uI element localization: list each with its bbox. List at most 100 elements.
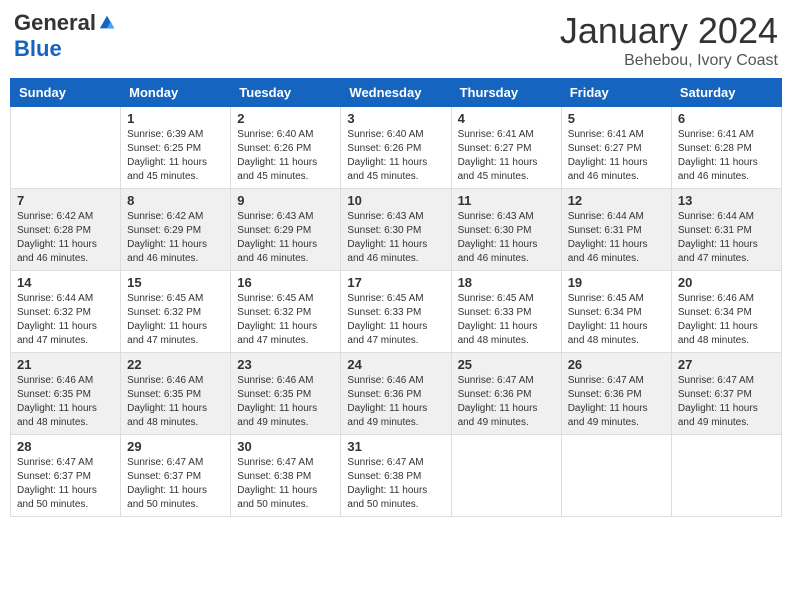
day-number: 30 <box>237 439 334 454</box>
day-info: Sunrise: 6:39 AMSunset: 6:25 PMDaylight:… <box>127 128 224 184</box>
day-info: Sunrise: 6:44 AMSunset: 6:31 PMDaylight:… <box>678 210 775 266</box>
table-row <box>561 435 671 517</box>
day-info: Sunrise: 6:46 AMSunset: 6:35 PMDaylight:… <box>237 374 334 430</box>
table-row: 25Sunrise: 6:47 AMSunset: 6:36 PMDayligh… <box>451 353 561 435</box>
day-number: 6 <box>678 111 775 126</box>
table-row: 31Sunrise: 6:47 AMSunset: 6:38 PMDayligh… <box>341 435 451 517</box>
calendar-week-row: 7Sunrise: 6:42 AMSunset: 6:28 PMDaylight… <box>11 189 782 271</box>
page-header: General Blue January 2024 Behebou, Ivory… <box>10 10 782 70</box>
day-info: Sunrise: 6:42 AMSunset: 6:29 PMDaylight:… <box>127 210 224 266</box>
table-row: 10 Sunrise: 6:43 AMSunset: 6:30 PMDayligh… <box>341 189 451 271</box>
day-info: Sunrise: 6:41 AMSunset: 6:28 PMDaylight:… <box>678 128 775 184</box>
day-number: 26 <box>568 357 665 372</box>
header-monday: Monday <box>121 79 231 107</box>
day-number: 8 <box>127 193 224 208</box>
table-row: 16Sunrise: 6:45 AMSunset: 6:32 PMDayligh… <box>231 271 341 353</box>
day-number: 21 <box>17 357 114 372</box>
table-row: 3 Sunrise: 6:40 AMSunset: 6:26 PMDaylight… <box>341 107 451 189</box>
header-thursday: Thursday <box>451 79 561 107</box>
day-number: 1 <box>127 111 224 126</box>
table-row: 17Sunrise: 6:45 AMSunset: 6:33 PMDayligh… <box>341 271 451 353</box>
table-row: 6 Sunrise: 6:41 AMSunset: 6:28 PMDaylight… <box>671 107 781 189</box>
table-row: 21 Sunrise: 6:46 AMSunset: 6:35 PMDayligh… <box>11 353 121 435</box>
day-info: Sunrise: 6:44 AMSunset: 6:31 PMDaylight:… <box>568 210 665 266</box>
header-saturday: Saturday <box>671 79 781 107</box>
header-sunday: Sunday <box>11 79 121 107</box>
table-row: 12Sunrise: 6:44 AMSunset: 6:31 PMDayligh… <box>561 189 671 271</box>
day-info: Sunrise: 6:46 AMSunset: 6:35 PMDaylight:… <box>17 374 114 430</box>
day-info: Sunrise: 6:45 AMSunset: 6:34 PMDaylight:… <box>568 292 665 348</box>
location-subtitle: Behebou, Ivory Coast <box>560 52 778 70</box>
title-section: January 2024 Behebou, Ivory Coast <box>560 10 778 70</box>
day-info: Sunrise: 6:44 AMSunset: 6:32 PMDaylight:… <box>17 292 114 348</box>
table-row: 2Sunrise: 6:40 AMSunset: 6:26 PMDaylight… <box>231 107 341 189</box>
table-row: 8 Sunrise: 6:42 AMSunset: 6:29 PMDaylight… <box>121 189 231 271</box>
day-number: 5 <box>568 111 665 126</box>
day-info: Sunrise: 6:47 AMSunset: 6:38 PMDaylight:… <box>347 456 444 512</box>
day-number: 3 <box>347 111 444 126</box>
day-number: 13 <box>678 193 775 208</box>
day-info: Sunrise: 6:47 AMSunset: 6:36 PMDaylight:… <box>458 374 555 430</box>
calendar-table: Sunday Monday Tuesday Wednesday Thursday… <box>10 78 782 517</box>
table-row: 5 Sunrise: 6:41 AMSunset: 6:27 PMDaylight… <box>561 107 671 189</box>
table-row: 29 Sunrise: 6:47 AMSunset: 6:37 PMDayligh… <box>121 435 231 517</box>
day-info: Sunrise: 6:43 AMSunset: 6:29 PMDaylight:… <box>237 210 334 266</box>
table-row: 9Sunrise: 6:43 AMSunset: 6:29 PMDaylight… <box>231 189 341 271</box>
table-row: 11 Sunrise: 6:43 AMSunset: 6:30 PMDayligh… <box>451 189 561 271</box>
table-row: 18Sunrise: 6:45 AMSunset: 6:33 PMDayligh… <box>451 271 561 353</box>
day-number: 14 <box>17 275 114 290</box>
table-row: 19 Sunrise: 6:45 AMSunset: 6:34 PMDayligh… <box>561 271 671 353</box>
month-title: January 2024 <box>560 10 778 52</box>
table-row: 24 Sunrise: 6:46 AMSunset: 6:36 PMDayligh… <box>341 353 451 435</box>
day-number: 11 <box>458 193 555 208</box>
calendar-week-row: 28 Sunrise: 6:47 AMSunset: 6:37 PMDayligh… <box>11 435 782 517</box>
day-info: Sunrise: 6:47 AMSunset: 6:37 PMDaylight:… <box>678 374 775 430</box>
table-row: 22 Sunrise: 6:46 AMSunset: 6:35 PMDayligh… <box>121 353 231 435</box>
day-info: Sunrise: 6:41 AMSunset: 6:27 PMDaylight:… <box>568 128 665 184</box>
day-info: Sunrise: 6:43 AMSunset: 6:30 PMDaylight:… <box>347 210 444 266</box>
calendar-week-row: 1 Sunrise: 6:39 AMSunset: 6:25 PMDaylight… <box>11 107 782 189</box>
table-row: 14 Sunrise: 6:44 AMSunset: 6:32 PMDayligh… <box>11 271 121 353</box>
day-info: Sunrise: 6:47 AMSunset: 6:37 PMDaylight:… <box>17 456 114 512</box>
day-info: Sunrise: 6:46 AMSunset: 6:36 PMDaylight:… <box>347 374 444 430</box>
calendar-week-row: 21 Sunrise: 6:46 AMSunset: 6:35 PMDayligh… <box>11 353 782 435</box>
day-number: 24 <box>347 357 444 372</box>
header-tuesday: Tuesday <box>231 79 341 107</box>
day-info: Sunrise: 6:41 AMSunset: 6:27 PMDaylight:… <box>458 128 555 184</box>
table-row: 26Sunrise: 6:47 AMSunset: 6:36 PMDayligh… <box>561 353 671 435</box>
calendar-week-row: 14 Sunrise: 6:44 AMSunset: 6:32 PMDayligh… <box>11 271 782 353</box>
day-info: Sunrise: 6:45 AMSunset: 6:32 PMDaylight:… <box>127 292 224 348</box>
day-info: Sunrise: 6:45 AMSunset: 6:32 PMDaylight:… <box>237 292 334 348</box>
table-row: 23Sunrise: 6:46 AMSunset: 6:35 PMDayligh… <box>231 353 341 435</box>
table-row: 28 Sunrise: 6:47 AMSunset: 6:37 PMDayligh… <box>11 435 121 517</box>
day-info: Sunrise: 6:46 AMSunset: 6:35 PMDaylight:… <box>127 374 224 430</box>
day-info: Sunrise: 6:43 AMSunset: 6:30 PMDaylight:… <box>458 210 555 266</box>
day-number: 27 <box>678 357 775 372</box>
table-row: 27 Sunrise: 6:47 AMSunset: 6:37 PMDayligh… <box>671 353 781 435</box>
calendar-header-row: Sunday Monday Tuesday Wednesday Thursday… <box>11 79 782 107</box>
day-info: Sunrise: 6:47 AMSunset: 6:37 PMDaylight:… <box>127 456 224 512</box>
day-number: 10 <box>347 193 444 208</box>
day-info: Sunrise: 6:47 AMSunset: 6:38 PMDaylight:… <box>237 456 334 512</box>
table-row: 7Sunrise: 6:42 AMSunset: 6:28 PMDaylight… <box>11 189 121 271</box>
table-row: 1 Sunrise: 6:39 AMSunset: 6:25 PMDaylight… <box>121 107 231 189</box>
day-number: 4 <box>458 111 555 126</box>
day-info: Sunrise: 6:40 AMSunset: 6:26 PMDaylight:… <box>237 128 334 184</box>
day-number: 20 <box>678 275 775 290</box>
day-number: 19 <box>568 275 665 290</box>
day-number: 28 <box>17 439 114 454</box>
day-number: 22 <box>127 357 224 372</box>
day-info: Sunrise: 6:46 AMSunset: 6:34 PMDaylight:… <box>678 292 775 348</box>
header-friday: Friday <box>561 79 671 107</box>
table-row: 15 Sunrise: 6:45 AMSunset: 6:32 PMDayligh… <box>121 271 231 353</box>
day-info: Sunrise: 6:42 AMSunset: 6:28 PMDaylight:… <box>17 210 114 266</box>
day-number: 18 <box>458 275 555 290</box>
day-info: Sunrise: 6:40 AMSunset: 6:26 PMDaylight:… <box>347 128 444 184</box>
day-info: Sunrise: 6:45 AMSunset: 6:33 PMDaylight:… <box>347 292 444 348</box>
table-row: 30 Sunrise: 6:47 AMSunset: 6:38 PMDayligh… <box>231 435 341 517</box>
table-row: 4 Sunrise: 6:41 AMSunset: 6:27 PMDaylight… <box>451 107 561 189</box>
header-wednesday: Wednesday <box>341 79 451 107</box>
day-number: 29 <box>127 439 224 454</box>
day-number: 15 <box>127 275 224 290</box>
table-row: 20 Sunrise: 6:46 AMSunset: 6:34 PMDayligh… <box>671 271 781 353</box>
